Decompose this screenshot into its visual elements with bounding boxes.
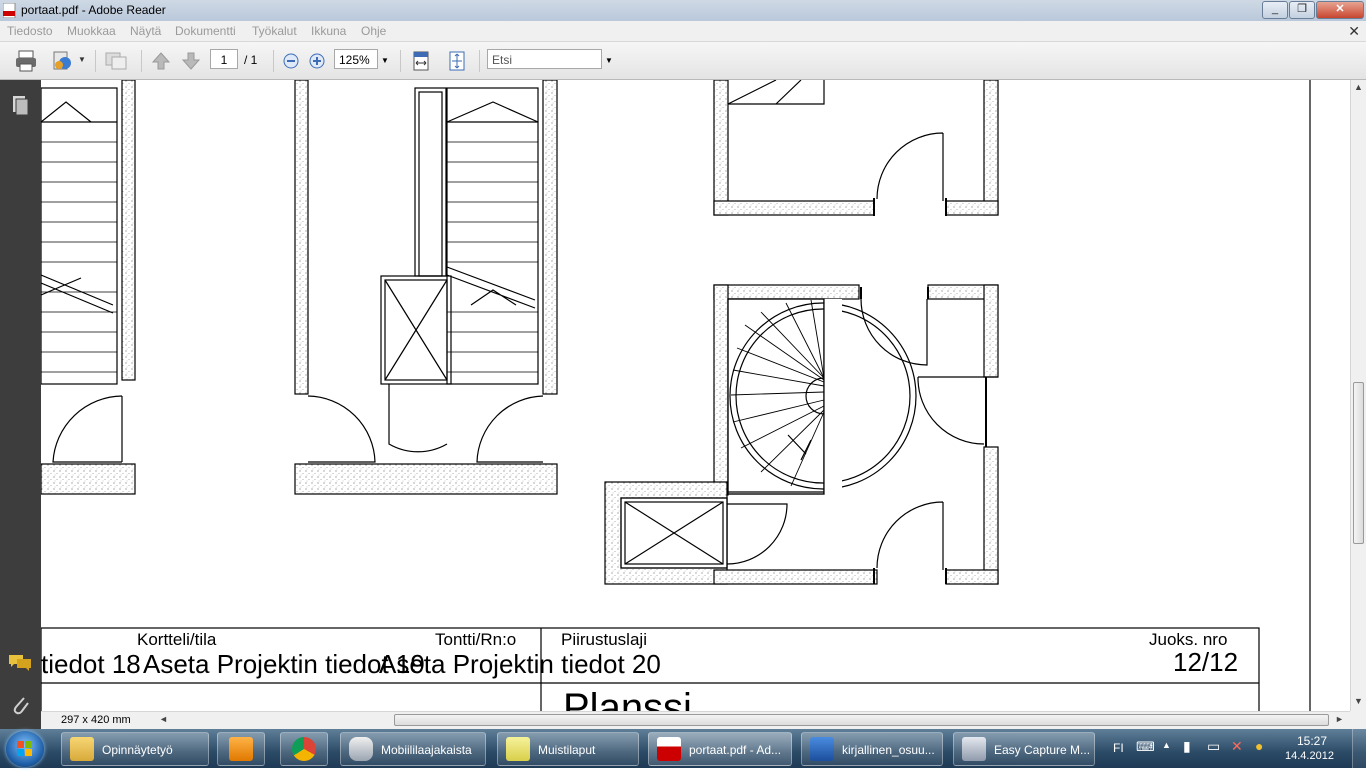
adobe-pdf-icon — [3, 3, 16, 18]
minimize-button[interactable]: _ — [1262, 1, 1288, 19]
middle-value: Aseta Projektin tiedot 20 — [379, 649, 661, 679]
floor-plan-drawing — [41, 80, 1311, 711]
word-icon — [810, 737, 834, 761]
capture-icon — [962, 737, 986, 761]
zoom-input[interactable]: 125% — [334, 49, 378, 69]
toolbar: ▼ 1 / 1 125% ▼ Etsi ▼ — [0, 42, 1366, 80]
copy-icon[interactable] — [104, 50, 128, 72]
start-button[interactable] — [6, 731, 44, 767]
show-hidden-icons-icon[interactable]: ▲ — [1162, 740, 1171, 750]
collaborate-icon[interactable] — [51, 50, 75, 72]
vertical-scroll-thumb[interactable] — [1353, 382, 1364, 544]
navigation-panel — [0, 80, 41, 729]
menu-item-dokumentti[interactable]: Dokumentti — [175, 24, 236, 38]
network-icon[interactable]: ▮ — [1183, 738, 1191, 755]
search-dropdown-icon[interactable]: ▼ — [605, 56, 613, 65]
keyboard-icon[interactable]: ⌨ — [1136, 739, 1155, 755]
vertical-scrollbar[interactable]: ▲ ▼ — [1350, 80, 1366, 711]
sticky-notes-icon — [506, 737, 530, 761]
plan-title: Planssi — [563, 686, 692, 711]
chrome-icon — [292, 737, 316, 761]
menu-item-tiedosto[interactable]: Tiedosto — [7, 24, 53, 38]
fit-width-icon[interactable] — [410, 50, 432, 72]
left-value-a: tiedot 18 — [41, 649, 141, 679]
taskbar-item-muistilaput[interactable]: Muistilaput — [497, 732, 639, 766]
pdf-icon — [657, 737, 681, 761]
fit-page-icon[interactable] — [446, 50, 468, 72]
windows-logo-icon — [17, 741, 32, 756]
search-input[interactable]: Etsi — [487, 49, 602, 69]
scroll-left-icon[interactable]: ◄ — [159, 714, 168, 724]
page-total: / 1 — [244, 53, 258, 67]
zoom-in-icon[interactable] — [309, 53, 325, 69]
menu-bar: Tiedosto Muokkaa Näytä Dokumentti Työkal… — [0, 21, 1366, 42]
scrollbar-corner — [1350, 711, 1366, 729]
comments-icon[interactable] — [8, 654, 32, 672]
taskbar-item-adobe-reader[interactable]: portaat.pdf - Ad... — [648, 732, 792, 766]
menu-item-muokkaa[interactable]: Muokkaa — [67, 24, 116, 38]
document-view[interactable]: Kortteli/tila Tontti/Rn:o Piirustuslaji … — [41, 80, 1350, 711]
volume-muted-icon[interactable]: ✕ — [1231, 738, 1243, 755]
taskbar: Opinnäytetyö Mobiililaajakaista Muistila… — [0, 729, 1366, 768]
sheet-number: 12/12 — [1173, 647, 1239, 677]
menu-item-nayta[interactable]: Näytä — [130, 24, 161, 38]
zoom-out-icon[interactable] — [283, 53, 299, 69]
media-player-icon — [229, 737, 253, 761]
taskbar-item-word[interactable]: kirjallinen_osuu... — [801, 732, 943, 766]
scroll-down-icon[interactable]: ▼ — [1354, 696, 1363, 706]
piirustuslaji-label: Piirustuslaji — [561, 630, 647, 649]
zoom-dropdown-icon[interactable]: ▼ — [381, 56, 389, 65]
scroll-up-icon[interactable]: ▲ — [1354, 82, 1363, 92]
taskbar-item-media[interactable] — [217, 732, 265, 766]
window-title: portaat.pdf - Adobe Reader — [21, 3, 166, 17]
menu-item-ohje[interactable]: Ohje — [361, 24, 386, 38]
menu-item-tyokalut[interactable]: Työkalut — [252, 24, 297, 38]
taskbar-item-chrome[interactable] — [280, 732, 328, 766]
page-number-input[interactable]: 1 — [210, 49, 238, 69]
maximize-button[interactable]: ❐ — [1289, 1, 1315, 19]
taskbar-item-mobiililaajakaista[interactable]: Mobiililaajakaista — [340, 732, 486, 766]
kortteli-label: Kortteli/tila — [137, 630, 217, 649]
page-size-readout: 297 x 420 mm — [61, 714, 131, 726]
show-desktop-button[interactable] — [1352, 729, 1366, 768]
menu-item-ikkuna[interactable]: Ikkuna — [311, 24, 346, 38]
horizontal-scroll-thumb[interactable] — [394, 714, 1329, 726]
language-indicator[interactable]: FI — [1113, 741, 1124, 755]
previous-page-icon[interactable] — [150, 50, 172, 72]
taskbar-item-easy-capture[interactable]: Easy Capture M... — [953, 732, 1095, 766]
horizontal-scrollbar[interactable]: 297 x 420 mm ◄ ► — [41, 711, 1350, 729]
dropdown-arrow-icon[interactable]: ▼ — [78, 55, 86, 64]
security-icon[interactable]: ● — [1255, 738, 1263, 754]
title-bar: portaat.pdf - Adobe Reader _ ❐ ✕ — [0, 0, 1366, 21]
close-button[interactable]: ✕ — [1316, 1, 1364, 19]
attachments-icon[interactable] — [10, 693, 30, 717]
scroll-right-icon[interactable]: ► — [1335, 714, 1344, 724]
clock-time[interactable]: 15:27 — [1297, 734, 1327, 748]
next-page-icon[interactable] — [180, 50, 202, 72]
document-close-icon[interactable]: ✕ — [1348, 23, 1360, 40]
tontti-label: Tontti/Rn:o — [435, 630, 517, 649]
print-icon[interactable] — [14, 50, 38, 72]
modem-icon — [349, 737, 373, 761]
taskbar-item-opinnaytetyo[interactable]: Opinnäytetyö — [61, 732, 209, 766]
folder-icon — [70, 737, 94, 761]
pages-icon[interactable] — [10, 94, 30, 116]
clock-date[interactable]: 14.4.2012 — [1285, 750, 1334, 762]
display-icon[interactable]: ▭ — [1207, 738, 1220, 755]
